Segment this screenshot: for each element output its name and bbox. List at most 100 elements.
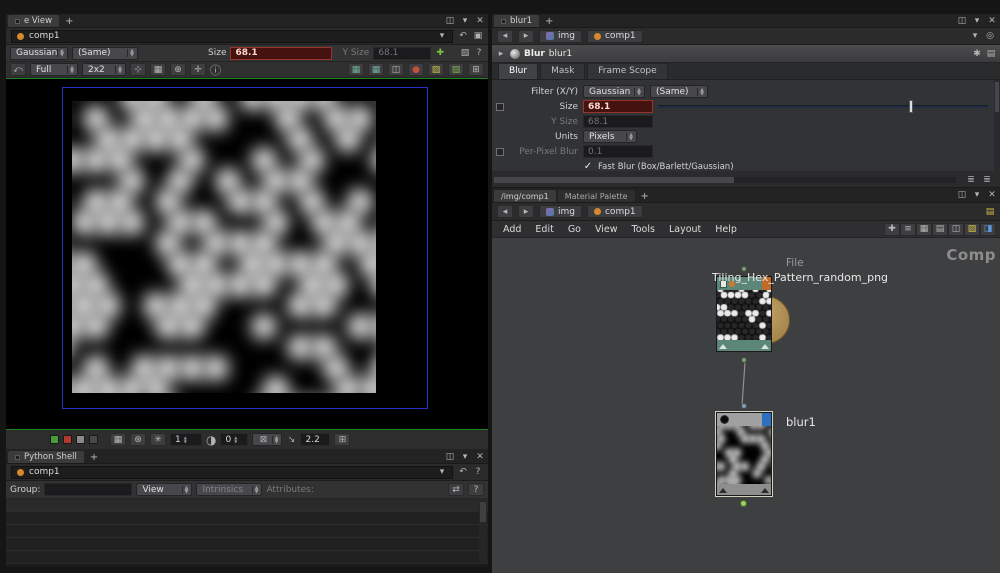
menu-layout[interactable]: Layout <box>662 224 708 235</box>
info-icon[interactable] <box>210 62 221 78</box>
pane-menu-icon[interactable] <box>460 452 470 462</box>
slider-handle[interactable] <box>908 100 913 113</box>
view-mode-dropdown[interactable]: Full <box>30 63 78 76</box>
tab-material-palette[interactable]: Material Palette <box>557 190 635 202</box>
viewer-filter-same-dropdown[interactable]: (Same) <box>72 46 138 60</box>
new-tab-button[interactable] <box>86 452 102 463</box>
history-back-icon[interactable] <box>458 467 468 477</box>
view-dropdown[interactable]: View <box>136 483 193 496</box>
menu-tools[interactable]: Tools <box>625 224 662 235</box>
display-options-icon[interactable] <box>980 222 996 236</box>
table-scrollbar[interactable] <box>479 500 487 564</box>
layers-icon[interactable] <box>932 222 948 236</box>
blur-node-output-connector[interactable] <box>740 500 747 507</box>
grid-snap-icon[interactable] <box>916 222 932 236</box>
plane-alpha-icon[interactable] <box>368 63 384 76</box>
collapse-arrow-icon[interactable] <box>496 49 506 59</box>
param-tab-blur[interactable]: Blur <box>498 63 539 79</box>
chevron-down-icon[interactable] <box>437 467 447 477</box>
notes-icon[interactable] <box>985 207 995 217</box>
gear-icon[interactable] <box>972 49 982 59</box>
snapshot-icon[interactable] <box>460 48 470 58</box>
sticky-note-icon[interactable] <box>964 222 980 236</box>
plane-color-icon[interactable] <box>348 63 364 76</box>
spreadsheet-context-path[interactable]: comp1 <box>11 465 453 479</box>
network-editor[interactable]: Comp File Tiling_Hex_Pattern_random_png … <box>492 238 1000 573</box>
file-node[interactable] <box>716 276 772 352</box>
param-scrollbar[interactable] <box>994 80 1000 171</box>
node-name-field[interactable]: blur1 <box>549 49 572 59</box>
pane-options-icon[interactable] <box>966 175 976 185</box>
breadcrumb-node[interactable]: comp1 <box>586 29 643 43</box>
breadcrumb-network[interactable]: img <box>539 29 582 43</box>
dither-icon[interactable] <box>130 433 146 446</box>
pane-close-icon[interactable] <box>987 16 997 26</box>
back-icon[interactable] <box>497 205 513 218</box>
pane-close-icon[interactable] <box>987 190 997 200</box>
pane-close-icon[interactable] <box>475 16 485 26</box>
pane-menu-icon[interactable] <box>460 16 470 26</box>
pane-split-icon[interactable] <box>957 190 967 200</box>
param-tab-mask[interactable]: Mask <box>540 63 586 79</box>
curve-icon[interactable] <box>286 435 296 445</box>
split-mode-dropdown[interactable]: 2x2 <box>82 63 126 76</box>
help-icon[interactable] <box>468 483 484 496</box>
y-size-field[interactable]: 68.1 <box>583 115 653 128</box>
checker-green-icon[interactable] <box>448 63 464 76</box>
filter-dropdown[interactable]: Gaussian <box>583 85 645 98</box>
menu-add[interactable]: Add <box>496 224 528 235</box>
gamma-field[interactable]: 2.2 <box>300 433 331 446</box>
list-icon[interactable] <box>900 222 916 236</box>
units-dropdown[interactable]: Pixels <box>583 130 637 143</box>
background-icon[interactable] <box>110 433 126 446</box>
menu-go[interactable]: Go <box>561 224 588 235</box>
history-back-icon[interactable] <box>458 31 468 41</box>
swatch-red[interactable] <box>63 435 72 444</box>
intrinsics-dropdown[interactable]: Intrinsics <box>196 483 263 496</box>
filter-same-dropdown[interactable]: (Same) <box>650 85 708 98</box>
offset-stepper[interactable] <box>234 436 237 443</box>
size-field[interactable]: 68.1 <box>583 100 653 113</box>
group-field[interactable] <box>44 483 133 496</box>
tab-network-path[interactable]: /img/comp1 <box>494 190 556 202</box>
help-icon[interactable] <box>474 48 484 58</box>
per-pixel-channel-checkbox[interactable] <box>496 147 504 156</box>
per-pixel-field[interactable]: 0.1 <box>583 145 653 158</box>
split-view-icon[interactable] <box>948 222 964 236</box>
blur-node-display-flag[interactable] <box>762 413 771 426</box>
gamma-icon[interactable] <box>206 433 216 447</box>
clamp-icon[interactable] <box>150 433 166 446</box>
param-tab-frame-scope[interactable]: Frame Scope <box>587 63 668 79</box>
pan-icon[interactable] <box>190 63 206 76</box>
menu-help[interactable]: Help <box>708 224 744 235</box>
hscroll-groove[interactable] <box>494 177 956 183</box>
pane-split-icon[interactable] <box>957 16 967 26</box>
plane-depth-icon[interactable] <box>388 63 404 76</box>
viewer-size-field[interactable]: 68.1 <box>230 46 333 60</box>
pin-icon[interactable] <box>473 31 483 41</box>
tiles-icon[interactable] <box>468 63 484 76</box>
reset-view-icon[interactable] <box>10 63 26 76</box>
blur-node-input-connector[interactable] <box>741 403 747 409</box>
presets-icon[interactable] <box>986 49 996 59</box>
swatch-green[interactable] <box>50 435 59 444</box>
menu-view[interactable]: View <box>588 224 625 235</box>
viewer-y-size-field[interactable]: 68.1 <box>373 46 432 60</box>
inspect-icon[interactable] <box>170 63 186 76</box>
handles-icon[interactable] <box>130 63 146 76</box>
pane-menu-icon[interactable] <box>972 190 982 200</box>
offset-field[interactable]: 0 <box>220 433 249 446</box>
help-icon[interactable] <box>473 467 483 477</box>
menu-edit[interactable]: Edit <box>528 224 560 235</box>
swatch-gray[interactable] <box>76 435 85 444</box>
swatch-dark[interactable] <box>89 435 98 444</box>
tab-python-shell[interactable]: Python Shell <box>8 451 84 463</box>
hscroll-handle[interactable] <box>494 177 734 183</box>
pane-options-icon[interactable] <box>982 175 992 185</box>
new-tab-button[interactable] <box>61 16 77 27</box>
breadcrumb-node[interactable]: comp1 <box>586 205 643 218</box>
grid-icon[interactable] <box>150 63 166 76</box>
histogram-icon[interactable] <box>334 433 351 446</box>
gain-stepper[interactable] <box>184 436 187 443</box>
gain-field[interactable]: 1 <box>170 433 202 446</box>
